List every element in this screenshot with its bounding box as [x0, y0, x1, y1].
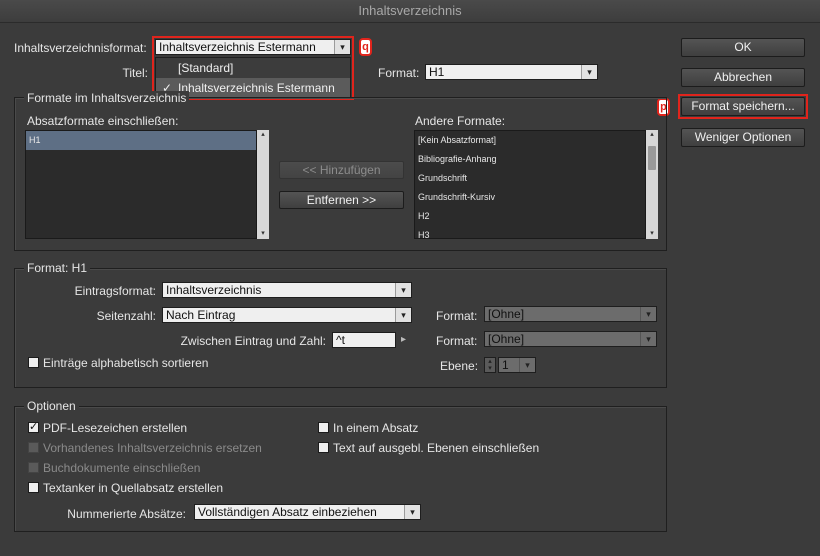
- numbered-paragraphs-label: Nummerierte Absätze:: [67, 507, 186, 521]
- scroll-down-icon[interactable]: ▾: [646, 229, 658, 239]
- other-styles-list[interactable]: [Kein Absatzformat] Bibliografie-Anhang …: [414, 130, 658, 239]
- scroll-thumb[interactable]: [648, 146, 656, 170]
- remove-style-button[interactable]: Entfernen >>: [279, 191, 404, 209]
- list-item[interactable]: Grundschrift-Kursiv: [415, 188, 657, 207]
- chevron-down-icon: ▾: [640, 307, 656, 321]
- included-styles-list[interactable]: H1: [25, 130, 269, 239]
- checkmark-icon: ✓: [29, 421, 39, 433]
- level-value: 1: [502, 358, 509, 372]
- entry-style-select[interactable]: Inhaltsverzeichnis ▾: [162, 282, 412, 298]
- styles-group-legend: Formate im Inhaltsverzeichnis: [24, 91, 190, 105]
- numbered-paragraphs-value: Vollständigen Absatz einbeziehen: [198, 505, 377, 519]
- stepper-up-icon[interactable]: ▴: [485, 358, 495, 365]
- list-item[interactable]: H1: [26, 131, 257, 150]
- page-format-select[interactable]: [Ohne] ▾: [484, 306, 657, 322]
- chevron-down-icon: ▾: [640, 332, 656, 346]
- ok-button[interactable]: OK: [681, 38, 805, 57]
- replace-existing-checkbox[interactable]: [28, 442, 39, 453]
- level-stepper[interactable]: ▴ ▾: [484, 357, 496, 373]
- options-legend: Optionen: [24, 399, 79, 413]
- pdf-bookmarks-label: PDF-Lesezeichen erstellen: [43, 421, 188, 435]
- run-in-checkbox[interactable]: [318, 422, 329, 433]
- fewer-options-button[interactable]: Weniger Optionen: [681, 128, 805, 147]
- scroll-up-icon[interactable]: ▴: [646, 130, 658, 140]
- hidden-layers-label: Text auf ausgebl. Ebenen einschließen: [333, 441, 540, 455]
- sort-alphabetical-label: Einträge alphabetisch sortieren: [43, 356, 209, 370]
- other-styles-label: Andere Formate:: [415, 114, 506, 128]
- include-styles-label: Absatzformate einschließen:: [27, 114, 179, 128]
- add-style-button[interactable]: << Hinzufügen: [279, 161, 404, 179]
- numbered-paragraphs-select[interactable]: Vollständigen Absatz einbeziehen ▾: [194, 504, 421, 520]
- run-in-label: In einem Absatz: [333, 421, 419, 435]
- insert-special-char-icon[interactable]: ▸: [401, 332, 406, 348]
- level-label: Ebene:: [440, 359, 479, 373]
- replace-existing-label: Vorhandenes Inhaltsverzeichnis ersetzen: [43, 441, 262, 455]
- between-format-label: Format:: [436, 334, 478, 348]
- page-number-value: Nach Eintrag: [166, 308, 236, 322]
- title-format-label: Format:: [378, 66, 420, 80]
- page-format-label: Format:: [436, 309, 478, 323]
- annotation-badge-q: q: [359, 38, 372, 56]
- window-titlebar: Inhaltsverzeichnis: [0, 0, 820, 23]
- style-h1-legend: Format: H1: [24, 261, 91, 275]
- title-format-select[interactable]: H1 ▾: [425, 64, 598, 80]
- entry-style-label: Eintragsformat:: [74, 284, 156, 298]
- list-item[interactable]: Bibliografie-Anhang: [415, 150, 657, 169]
- cancel-button[interactable]: Abbrechen: [681, 68, 805, 87]
- chevron-down-icon: ▾: [404, 505, 420, 519]
- between-format-select[interactable]: [Ohne] ▾: [484, 331, 657, 347]
- other-list-scrollbar[interactable]: ▴ ▾: [645, 130, 658, 239]
- list-item[interactable]: H2: [415, 207, 657, 226]
- between-label: Zwischen Eintrag und Zahl:: [180, 334, 326, 348]
- between-input[interactable]: ^t: [332, 332, 396, 348]
- chevron-down-icon: ▾: [395, 283, 411, 297]
- highlight-frame-p: [678, 94, 808, 119]
- page-format-value: [Ohne]: [488, 307, 525, 321]
- pdf-bookmarks-checkbox[interactable]: ✓: [28, 422, 39, 433]
- list-item[interactable]: Grundschrift: [415, 169, 657, 188]
- title-label: Titel:: [122, 66, 148, 80]
- hidden-layers-checkbox[interactable]: [318, 442, 329, 453]
- scroll-down-icon[interactable]: ▾: [257, 229, 269, 239]
- level-select[interactable]: 1 ▾: [498, 357, 536, 373]
- chevron-down-icon: ▾: [395, 308, 411, 322]
- text-anchors-label: Textanker in Quellabsatz erstellen: [43, 481, 224, 495]
- include-book-label: Buchdokumente einschließen: [43, 461, 201, 475]
- title-format-value: H1: [429, 65, 445, 79]
- chevron-down-icon: ▾: [581, 65, 597, 79]
- list-item[interactable]: [Kein Absatzformat]: [415, 131, 657, 150]
- sort-alphabetical-checkbox[interactable]: [28, 357, 39, 368]
- entry-style-value: Inhaltsverzeichnis: [166, 283, 262, 297]
- stepper-down-icon[interactable]: ▾: [485, 365, 495, 372]
- scroll-up-icon[interactable]: ▴: [257, 130, 269, 140]
- page-number-select[interactable]: Nach Eintrag ▾: [162, 307, 412, 323]
- toc-style-label: Inhaltsverzeichnisformat:: [14, 41, 147, 55]
- page-number-label: Seitenzahl:: [96, 309, 156, 323]
- text-anchors-checkbox[interactable]: [28, 482, 39, 493]
- chevron-down-icon: ▾: [519, 358, 535, 372]
- include-book-checkbox[interactable]: [28, 462, 39, 473]
- list-item[interactable]: H3: [415, 226, 657, 238]
- between-format-value: [Ohne]: [488, 332, 525, 346]
- included-list-scrollbar[interactable]: ▴ ▾: [256, 130, 269, 239]
